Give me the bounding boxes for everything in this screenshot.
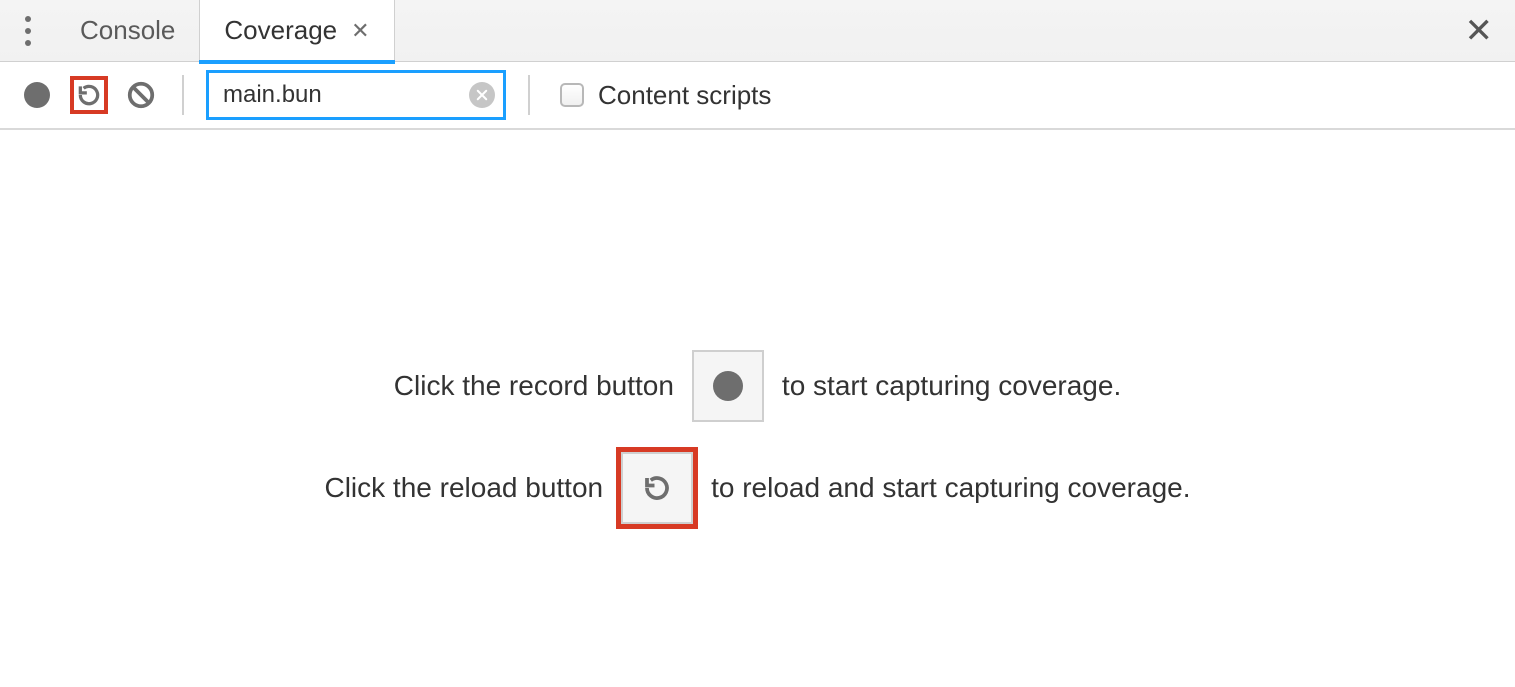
clear-filter-icon[interactable] (469, 82, 495, 108)
hint-reload-post: to reload and start capturing coverage. (711, 472, 1190, 504)
close-tab-icon[interactable]: ✕ (351, 20, 369, 42)
hint-record: Click the record button to start capturi… (394, 350, 1121, 422)
close-drawer-button[interactable]: ✕ (1465, 0, 1494, 62)
toolbar-separator (528, 75, 530, 115)
record-icon (24, 82, 50, 108)
tab-console-label: Console (80, 15, 175, 46)
record-button[interactable] (18, 76, 56, 114)
content-scripts-label: Content scripts (598, 80, 771, 111)
checkbox-icon (560, 83, 584, 107)
content-scripts-toggle[interactable]: Content scripts (560, 80, 771, 111)
reload-button[interactable] (70, 76, 108, 114)
clear-icon (126, 80, 156, 110)
drawer-tabstrip: Console Coverage ✕ ✕ (0, 0, 1515, 62)
hint-reload-pre: Click the reload button (324, 472, 603, 504)
reload-icon (76, 81, 102, 109)
reload-icon (642, 473, 672, 503)
close-icon: ✕ (1465, 11, 1494, 51)
inline-reload-button[interactable] (621, 452, 693, 524)
url-filter-input[interactable] (221, 80, 459, 110)
toolbar-separator (182, 75, 184, 115)
tab-coverage-label: Coverage (224, 15, 337, 46)
record-icon (713, 371, 743, 401)
kebab-icon (25, 13, 31, 49)
tab-console[interactable]: Console (56, 0, 199, 62)
tab-coverage[interactable]: Coverage ✕ (199, 0, 394, 62)
hint-record-pre: Click the record button (394, 370, 674, 402)
hint-record-post: to start capturing coverage. (782, 370, 1121, 402)
hint-reload: Click the reload button to reload and st… (324, 452, 1190, 524)
clear-button[interactable] (122, 76, 160, 114)
coverage-toolbar: Content scripts (0, 62, 1515, 130)
coverage-empty-state: Click the record button to start capturi… (0, 130, 1515, 524)
inline-record-button[interactable] (692, 350, 764, 422)
url-filter-field[interactable] (206, 70, 506, 120)
more-tabs-button[interactable] (0, 0, 56, 62)
